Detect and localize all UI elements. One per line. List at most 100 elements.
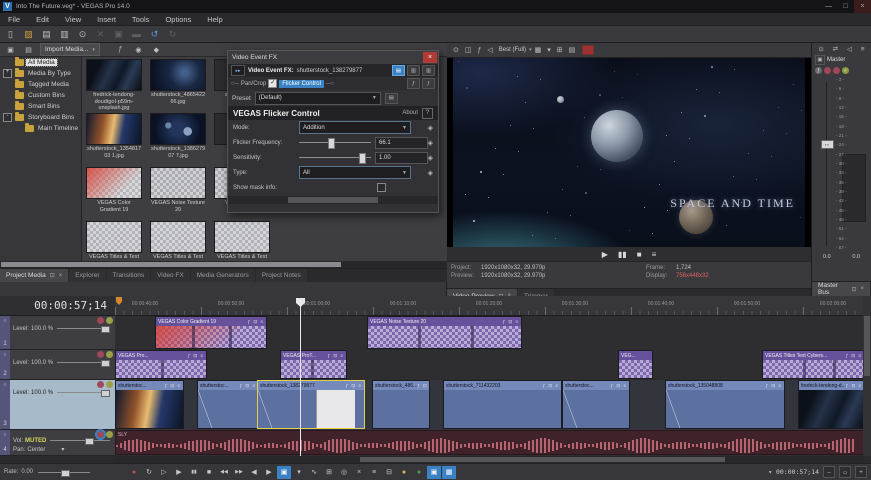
save-snapshot-icon[interactable]: ▤ — [569, 46, 576, 54]
preview-play-button[interactable]: ▶ — [602, 250, 608, 259]
mb-fx-icon[interactable]: ƒ — [815, 67, 822, 74]
lock-button[interactable]: ⊟ — [382, 466, 396, 479]
menu-options[interactable]: Options — [157, 13, 199, 26]
tab-transitions[interactable]: Transitions — [107, 269, 151, 282]
fx-value-input[interactable]: 66.1 — [375, 137, 428, 149]
level-slider[interactable] — [55, 389, 112, 396]
mute-icon[interactable] — [97, 317, 104, 324]
mute-icon[interactable] — [97, 351, 104, 358]
event-fx-icons[interactable]: ƒ ⊡ ≡ — [188, 353, 204, 359]
preview-quality-select[interactable]: Best (Full) — [499, 47, 526, 53]
event-fx-icons[interactable]: ƒ ⊡ ≡ — [846, 353, 862, 359]
media-thumbnail[interactable]: fredrick-tendong-doudtgoI-p59m-unsplash.… — [86, 59, 142, 112]
dialog-title-bar[interactable]: Video Event FX × — [228, 51, 438, 64]
rate-slider[interactable] — [36, 469, 92, 476]
pan-crop-button[interactable]: Pan/Crop — [241, 81, 266, 87]
track-header-3[interactable]: ≡3Level:100.0 % — [0, 380, 115, 430]
prev-frame-button[interactable]: ◀ — [247, 466, 261, 479]
fader-handle[interactable]: ▪▪ — [821, 140, 834, 149]
video-event[interactable]: shutterstock_486...ƒ ⊡ ≡ — [372, 380, 430, 429]
slider-handle[interactable] — [101, 390, 110, 397]
bin-main-timeline[interactable]: Main Timeline — [0, 123, 81, 134]
tool-dropdown[interactable]: ▾ — [292, 466, 306, 479]
undock-icon[interactable]: ⊡ — [50, 272, 55, 279]
zoom-tool[interactable]: ◎ — [337, 466, 351, 479]
preview-pause-button[interactable]: ▮▮ — [618, 250, 627, 259]
bin-storyboard-bins[interactable]: -Storyboard Bins — [0, 112, 81, 123]
save-preset-icon[interactable]: ▤ — [385, 93, 398, 104]
maximize-button[interactable]: □ — [837, 0, 854, 13]
expander-icon[interactable]: - — [3, 113, 12, 122]
get-media-icon[interactable]: ◆ — [149, 43, 164, 56]
tab-media-generators[interactable]: Media Generators — [191, 269, 255, 282]
trim-button[interactable]: ≡ — [367, 466, 381, 479]
overlays-arrow-icon[interactable]: ▾ — [547, 46, 551, 54]
plugin-chain-button[interactable]: ▤ — [392, 65, 405, 76]
zoom-tool-button[interactable]: ▭ — [839, 466, 851, 478]
volume-slider[interactable] — [48, 437, 112, 444]
level-slider[interactable] — [55, 325, 112, 332]
solo-icon[interactable] — [106, 351, 113, 358]
fx-select[interactable]: All▼ — [299, 166, 411, 179]
timecode-display[interactable]: 00:00:57;14 — [0, 296, 115, 316]
event-fx-icons[interactable]: ƒ ⊡ ≡ — [417, 383, 429, 389]
mb-meter-icon[interactable]: ≡ — [861, 46, 865, 53]
next-frame-button[interactable]: ▶ — [262, 466, 276, 479]
solo-icon[interactable] — [106, 381, 113, 388]
mb-arm-icon[interactable]: ✓ — [842, 67, 849, 74]
bin-tagged-media[interactable]: Tagged Media — [0, 79, 81, 90]
generated-media-event[interactable]: VEGAS Titles Text Cybers...ƒ ⊡ ≡ — [762, 350, 863, 379]
add-fx-icon[interactable]: ƒ — [407, 78, 420, 89]
media-thumbnail[interactable]: VEGAS Titles & Text Gamer Iine — [86, 221, 142, 261]
video-event[interactable]: shutterstock_711432203ƒ ⊡ ≡ — [443, 380, 562, 429]
video-event[interactable]: shutterstoc...ƒ ⊡ ≡ — [197, 380, 259, 429]
video-event[interactable]: shutterstock_138279877ƒ ⊡ ≡ — [257, 380, 365, 429]
generated-media-event[interactable]: VEGAS Pro...ƒ ⊡ ≡ — [115, 350, 207, 379]
preset-select[interactable]: (Default)▼ — [255, 92, 381, 105]
event-fx-icons[interactable]: ƒ ⊡ ≡ — [165, 383, 181, 389]
audio-event[interactable]: SLY — [115, 430, 863, 455]
track-number[interactable]: ≡3 — [0, 380, 10, 429]
import-media-button[interactable]: Import Media... ▾ — [40, 43, 100, 56]
video-fx-icon[interactable]: ƒ — [478, 47, 482, 54]
track-header-2[interactable]: ≡2Level:100.0 % — [0, 350, 115, 380]
media-thumbnail[interactable]: VEGAS Titles & Text Into the Future — [150, 221, 206, 261]
slider-handle[interactable] — [328, 138, 335, 149]
track-number[interactable]: ≡2 — [0, 350, 10, 379]
tab-project-notes[interactable]: Project Notes — [256, 269, 307, 282]
video-event[interactable]: shutterstoc...ƒ ⊡ ≡ — [115, 380, 184, 429]
render-as-icon[interactable]: ▥ — [57, 28, 72, 41]
timeline-marker[interactable] — [116, 297, 122, 305]
animate-icon[interactable]: ◈ — [428, 139, 433, 147]
close-icon[interactable]: × — [59, 273, 63, 279]
event-fx-icons[interactable]: ƒ ⊡ ≡ — [346, 383, 362, 389]
level-slider[interactable] — [55, 359, 112, 366]
mb-mute-icon[interactable] — [824, 67, 831, 74]
video-event[interactable]: shutterstoc...ƒ ⊡ ≡ — [562, 380, 630, 429]
dialog-close-button[interactable]: × — [423, 52, 437, 63]
loop-playback-button[interactable]: ↻ — [142, 466, 156, 479]
timeline-vertical-scrollbar[interactable] — [863, 296, 871, 456]
preview-prefs-icon[interactable]: ⊙ — [453, 46, 459, 54]
about-link[interactable]: About — [402, 110, 418, 116]
tab-explorer[interactable]: Explorer — [69, 269, 105, 282]
dialog-horizontal-scrollbar[interactable] — [228, 196, 438, 204]
mute-icon[interactable] — [97, 381, 104, 388]
mb-solo-icon[interactable] — [833, 67, 840, 74]
normal-edit-tool[interactable]: ▣ — [277, 466, 291, 479]
slider-handle[interactable] — [85, 438, 94, 445]
event-fx-icons[interactable]: ƒ ⊡ ≡ — [240, 383, 256, 389]
solo-icon[interactable] — [106, 317, 113, 324]
animate-icon[interactable]: ◈ — [428, 124, 433, 132]
track-number[interactable]: ≡4 — [0, 430, 10, 455]
zoom-out-button[interactable]: − — [823, 466, 835, 478]
tab-project-media[interactable]: Project Media⊡× — [0, 269, 68, 282]
menu-tools[interactable]: Tools — [124, 13, 158, 26]
media-thumbnail[interactable]: shutterstock_135481703 1.jpg — [86, 113, 142, 159]
generated-media-event[interactable]: VEG... — [618, 350, 653, 379]
animate-icon[interactable]: ◈ — [428, 154, 433, 162]
fx-slider[interactable] — [299, 153, 371, 162]
layout-b-icon[interactable]: ▥ — [422, 65, 435, 76]
expander-icon[interactable]: + — [3, 69, 12, 78]
zoom-in-button[interactable]: + — [855, 466, 867, 478]
